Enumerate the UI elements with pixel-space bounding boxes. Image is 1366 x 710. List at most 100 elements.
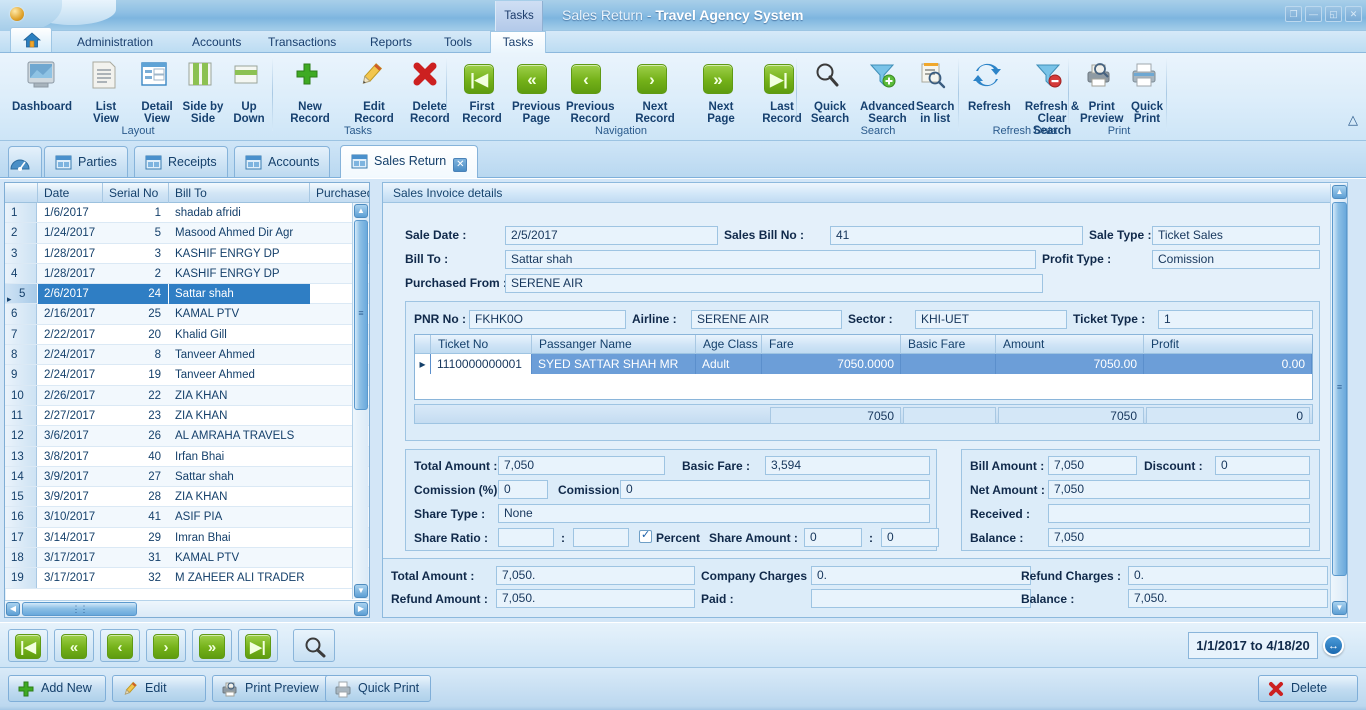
detail-scroll-down-icon[interactable]: ▼ — [1332, 601, 1347, 615]
ribbon-button-next-record[interactable]: › Next Record — [616, 55, 688, 125]
tab-close-icon[interactable]: ✕ — [453, 158, 468, 172]
expand-horizontal-icon[interactable]: ↔ — [1323, 635, 1344, 656]
ribbon-button-print-preview[interactable]: Print Preview — [1074, 55, 1123, 125]
bottom-last-record-button[interactable]: ▶| — [238, 629, 278, 662]
ribbon-button-up-down[interactable]: Up Down — [222, 55, 270, 125]
detail-panel-vertical-scrollbar[interactable]: ▲ ▼ — [1330, 184, 1347, 616]
field-company-charges[interactable]: 0. — [811, 566, 1031, 585]
table-row[interactable]: 7 2/22/2017 20 Khalid Gill — [5, 324, 369, 346]
field-bill-to[interactable]: Sattar shah — [505, 250, 1036, 269]
table-row[interactable]: 3 1/28/2017 3 KASHIF ENRGY DP — [5, 243, 369, 264]
delete-button[interactable]: Delete — [1258, 675, 1358, 702]
field-share-type[interactable]: None — [498, 504, 930, 523]
chevron-up-icon[interactable]: △ — [1348, 112, 1358, 128]
ribbon-button-quick-print[interactable]: Quick Print — [1122, 55, 1166, 125]
print-preview-button[interactable]: Print Preview — [212, 675, 338, 702]
restore-down-icon[interactable]: ❐ — [1285, 6, 1302, 22]
field-sale-date[interactable]: 2/5/2017 — [505, 226, 718, 245]
scroll-up-icon[interactable]: ▲ — [354, 204, 368, 218]
tab-accounts[interactable]: Accounts — [234, 146, 331, 177]
field-total-amount[interactable]: 7,050 — [498, 456, 665, 475]
tab-receipts[interactable]: Receipts — [134, 146, 228, 177]
field-airline[interactable]: SERENE AIR — [691, 310, 842, 329]
table-row[interactable]: 16 3/10/2017 41 ASIF PIA — [5, 507, 369, 528]
field-footer-balance[interactable]: 7,050. — [1128, 589, 1328, 608]
menu-item-accounts[interactable]: Accounts — [180, 31, 253, 53]
field-refund-amount[interactable]: 7,050. — [496, 589, 695, 608]
field-pnr-no[interactable]: FKHK0O — [469, 310, 626, 329]
table-row[interactable]: 1 1/6/2017 1 shadab afridi — [5, 203, 369, 224]
table-row[interactable]: 10 2/26/2017 22 ZIA KHAN — [5, 385, 369, 406]
field-basic-fare[interactable]: 3,594 — [765, 456, 930, 475]
ribbon-button-detail-view[interactable]: Detail View — [130, 55, 178, 125]
table-row[interactable]: 11 2/27/2017 23 ZIA KHAN — [5, 405, 369, 427]
close-icon[interactable]: ✕ — [1345, 6, 1362, 22]
field-share-amount-b[interactable]: 0 — [881, 528, 939, 547]
ribbon-button-list-view[interactable]: List View — [78, 55, 128, 125]
table-row[interactable]: 14 3/9/2017 27 Sattar shah — [5, 466, 369, 488]
detail-scroll-up-icon[interactable]: ▲ — [1332, 185, 1347, 199]
scroll-left-icon[interactable]: ◀ — [6, 602, 20, 616]
context-tab-tasks[interactable]: Tasks — [495, 1, 543, 31]
field-comission[interactable]: 0 — [620, 480, 930, 499]
bottom-previous-record-button[interactable]: ‹ — [100, 629, 140, 662]
ticket-grid-header-amount[interactable]: Amount — [996, 335, 1144, 354]
table-row[interactable]: 9 2/24/2017 19 Tanveer Ahmed — [5, 365, 369, 386]
field-sales-bill-no[interactable]: 41 — [830, 226, 1083, 245]
ribbon-button-quick-search[interactable]: Quick Search — [802, 55, 852, 125]
bottom-previous-page-button[interactable]: « — [54, 629, 94, 662]
ribbon-button-next-page[interactable]: » Next Page — [688, 55, 748, 125]
field-ticket-type[interactable]: 1 — [1158, 310, 1313, 329]
ribbon-button-side-by-side[interactable]: Side by Side — [176, 55, 224, 125]
table-row[interactable]: 4 1/28/2017 2 KASHIF ENRGY DP — [5, 263, 369, 285]
list-scroll-thumb[interactable] — [354, 220, 368, 410]
scroll-right-icon[interactable]: ▶ — [354, 602, 368, 616]
table-row[interactable]: 15 3/9/2017 28 ZIA KHAN — [5, 487, 369, 508]
quick-print-button[interactable]: Quick Print — [325, 675, 431, 702]
ribbon-button-previous-page[interactable]: « Previous Page — [506, 55, 561, 125]
field-profit-type[interactable]: Comission — [1152, 250, 1320, 269]
ticket-grid-header-profit[interactable]: Profit — [1144, 335, 1312, 354]
field-refund-charges[interactable]: 0. — [1128, 566, 1328, 585]
ticket-grid-header-fare[interactable]: Fare — [762, 335, 901, 354]
bottom-search-button[interactable] — [293, 629, 335, 662]
tab-sales-return[interactable]: Sales Return ✕ — [340, 145, 479, 178]
field-share-ratio-b[interactable] — [573, 528, 629, 547]
menu-item-reports[interactable]: Reports — [358, 31, 424, 53]
table-row[interactable]: 18 3/17/2017 31 KAMAL PTV — [5, 548, 369, 569]
menu-item-administration[interactable]: Administration — [65, 31, 165, 53]
minimize-icon[interactable]: — — [1305, 6, 1322, 22]
field-footer-total-amount[interactable]: 7,050. — [496, 566, 695, 585]
field-bill-amount[interactable]: 7,050 — [1048, 456, 1137, 475]
field-balance[interactable]: 7,050 — [1048, 528, 1310, 547]
list-grid-header-bill-to[interactable]: Bill To — [169, 183, 310, 203]
ribbon-button-refresh[interactable]: Refresh — [962, 55, 1011, 113]
home-icon[interactable] — [10, 27, 52, 52]
field-share-amount-a[interactable]: 0 — [804, 528, 862, 547]
list-grid-header-purchased[interactable]: Purchased — [310, 183, 369, 203]
field-sector[interactable]: KHI-UET — [915, 310, 1067, 329]
table-row[interactable]: ▸ 5 2/6/2017 24 Sattar shah — [5, 284, 369, 305]
list-grid-header-date[interactable]: Date — [38, 183, 103, 203]
field-received[interactable] — [1048, 504, 1310, 523]
table-row[interactable]: 6 2/16/2017 25 KAMAL PTV — [5, 304, 369, 325]
field-share-ratio-a[interactable] — [498, 528, 554, 547]
ribbon-button-advanced-search[interactable]: Advanced Search — [854, 55, 915, 125]
ticket-grid-row[interactable]: ▸ 1110000000001 SYED SATTAR SHAH MR Adul… — [415, 354, 1312, 374]
table-row[interactable]: 12 3/6/2017 26 AL AMRAHA TRAVELS — [5, 426, 369, 447]
bottom-next-record-button[interactable]: › — [146, 629, 186, 662]
menu-item-transactions[interactable]: Transactions — [256, 31, 348, 53]
ticket-grid-header-basic-fare[interactable]: Basic Fare — [901, 335, 996, 354]
menu-item-tools[interactable]: Tools — [432, 31, 484, 53]
field-purchased-from[interactable]: SERENE AIR — [505, 274, 1043, 293]
table-row[interactable]: 19 3/17/2017 32 M ZAHEER ALI TRADER — [5, 568, 369, 589]
list-hscroll-thumb[interactable] — [22, 602, 137, 616]
field-sale-type[interactable]: Ticket Sales — [1152, 226, 1320, 245]
edit-button[interactable]: Edit — [112, 675, 206, 702]
table-row[interactable]: 2 1/24/2017 5 Masood Ahmed Dir Agr — [5, 223, 369, 244]
checkbox-percent[interactable] — [639, 528, 652, 543]
list-grid-header-serial-no[interactable]: Serial No — [103, 183, 169, 203]
tab-parties[interactable]: Parties — [44, 146, 128, 177]
ribbon-button-new-record[interactable]: New Record — [276, 55, 338, 125]
date-range-display[interactable]: 1/1/2017 to 4/18/20 — [1188, 632, 1318, 659]
